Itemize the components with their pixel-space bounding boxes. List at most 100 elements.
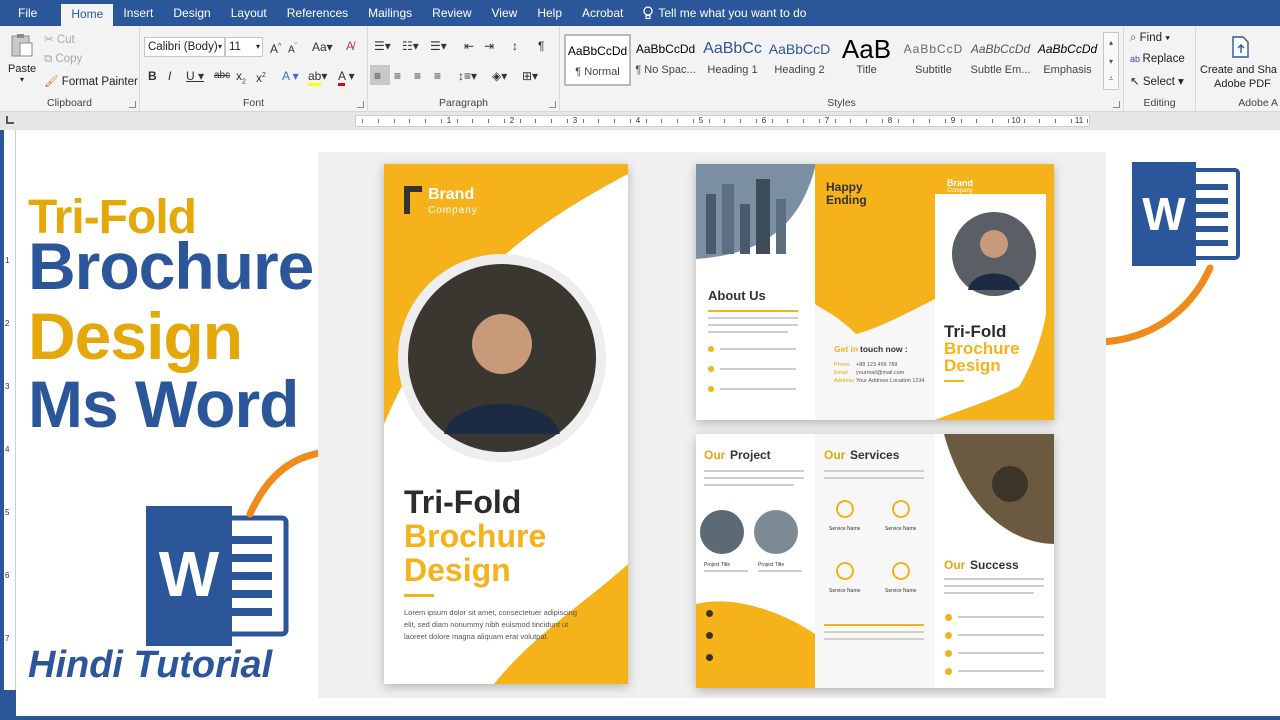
bold-icon[interactable]: B — [148, 68, 157, 84]
tab-insert[interactable]: Insert — [113, 0, 163, 26]
tab-mailings[interactable]: Mailings — [358, 0, 422, 26]
style-heading-1[interactable]: AaBbCc Heading 1 — [699, 34, 766, 86]
ruler-tick — [787, 119, 789, 123]
change-case-icon[interactable]: Aa▾ — [312, 39, 333, 55]
font-size-select[interactable]: 11 ▾ — [225, 37, 263, 57]
tab-view[interactable]: View — [482, 0, 528, 26]
shading-icon[interactable]: ◈▾ — [492, 68, 507, 84]
tab-selector-icon[interactable] — [6, 116, 14, 124]
show-formatting-icon[interactable]: ¶ — [538, 38, 544, 54]
tab-design[interactable]: Design — [163, 0, 220, 26]
format-painter-button[interactable]: 🖌 Format Painter — [44, 74, 138, 88]
bullet-icon — [708, 386, 714, 392]
tab-layout[interactable]: Layout — [221, 0, 277, 26]
font-family-select[interactable]: Calibri (Body) ▾ — [144, 37, 225, 57]
tab-references[interactable]: References — [277, 0, 358, 26]
bullets-icon[interactable]: ☰▾ — [374, 38, 391, 54]
about-text-line — [720, 348, 796, 350]
paste-button[interactable]: Paste ▾ — [8, 32, 36, 84]
tab-home[interactable]: Home — [61, 4, 114, 26]
line-spacing-icon[interactable]: ↕≡▾ — [458, 68, 477, 84]
clipboard-launcher[interactable] — [129, 101, 136, 108]
cut-button[interactable]: ✂ Cut — [44, 32, 75, 46]
copy-button[interactable]: ⧉ Copy — [44, 53, 82, 66]
tab-help[interactable]: Help — [527, 0, 572, 26]
styles-launcher[interactable] — [1113, 101, 1120, 108]
subscript-icon[interactable]: x2 — [236, 68, 246, 90]
style-sample: AaBbCcDd — [1037, 42, 1098, 56]
editing-label: Editing — [1143, 97, 1176, 109]
justify-icon[interactable]: ≡ — [434, 68, 441, 84]
font-launcher[interactable] — [357, 101, 364, 108]
adobe-group: Create and Sha Adobe PDF Adobe A — [1196, 26, 1280, 112]
select-button[interactable]: ↖ Select ▾ — [1130, 74, 1184, 88]
style-subtitle[interactable]: AaBbCcD Subtitle — [900, 34, 967, 86]
style-subtle-emphasis[interactable]: AaBbCcDd Subtle Em... — [967, 34, 1034, 86]
styles-more-icon[interactable]: ⩡ — [1104, 71, 1118, 87]
style-title[interactable]: AaB Title — [833, 34, 900, 86]
cover-company: Company — [428, 205, 478, 216]
service-icon — [892, 500, 910, 518]
tell-me-search[interactable]: Tell me what you want to do — [633, 0, 816, 26]
multilevel-list-icon[interactable]: ☰▾ — [430, 38, 447, 54]
styles-scroll-up-icon[interactable]: ▴ — [1104, 33, 1118, 52]
pdf-icon[interactable] — [1230, 36, 1250, 63]
service-icon — [892, 562, 910, 580]
clear-formatting-icon[interactable]: A̸ — [346, 38, 354, 54]
underline-icon[interactable]: U ▾ — [186, 68, 204, 84]
ruler-number: 10 — [1011, 116, 1021, 125]
align-right-icon[interactable]: ≡ — [414, 68, 421, 84]
ruler-tick — [1070, 119, 1072, 123]
ruler-tick — [740, 119, 741, 123]
paste-dropdown-icon[interactable]: ▾ — [8, 75, 36, 84]
increase-indent-icon[interactable]: ⇥ — [484, 38, 494, 54]
clipboard-group: Paste ▾ ✂ Cut ⧉ Copy 🖌 Format Painter Cl… — [0, 26, 140, 112]
paragraph-launcher[interactable] — [549, 101, 556, 108]
cover-para-3: laoreet dolore magna aliquam erat volutp… — [404, 632, 549, 641]
ruler-tick — [708, 119, 710, 123]
about-text-line — [720, 368, 796, 370]
about-us-title: About Us — [708, 288, 766, 303]
tab-file[interactable]: File — [0, 0, 47, 26]
style-no-spacing[interactable]: AaBbCcDd ¶ No Spac... — [632, 34, 699, 86]
ruler-number: 5 — [698, 116, 704, 125]
bullet-icon — [708, 366, 714, 372]
shrink-font-icon[interactable]: Aˇ — [288, 39, 297, 58]
style-emphasis[interactable]: AaBbCcDd Emphasis — [1034, 34, 1101, 86]
styles-scroll-down-icon[interactable]: ▾ — [1104, 52, 1118, 71]
cut-label: Cut — [56, 34, 75, 46]
grow-font-icon[interactable]: A^ — [270, 39, 281, 57]
horizontal-ruler[interactable]: 1 2 3 4 5 6 7 8 9 10 11 — [355, 115, 1090, 127]
style-name: ¶ Normal — [575, 66, 620, 78]
vertical-ruler[interactable]: 1 2 3 4 5 6 7 — [4, 130, 16, 690]
ruler-tick — [425, 119, 426, 123]
style-normal[interactable]: AaBbCcDd ¶ Normal — [564, 34, 631, 86]
numbering-icon[interactable]: ☷▾ — [402, 38, 419, 54]
styles-scroll[interactable]: ▴ ▾ ⩡ — [1103, 32, 1119, 90]
happy-ending-1: Happy — [826, 180, 863, 194]
ruler-tick — [944, 119, 946, 123]
services-text-line — [824, 631, 924, 633]
borders-icon[interactable]: ⊞▾ — [522, 68, 538, 84]
replace-icon: ab — [1130, 54, 1143, 64]
font-color-icon[interactable]: A ▾ — [338, 68, 355, 86]
touch-now-label: touch now : — [860, 344, 908, 354]
superscript-icon[interactable]: x2 — [256, 68, 266, 86]
ruler-tick — [456, 119, 458, 123]
style-heading-2[interactable]: AaBbCcD Heading 2 — [766, 34, 833, 86]
sort-icon[interactable]: ↕ — [512, 38, 518, 54]
highlight-icon[interactable]: ab▾ — [308, 68, 327, 86]
text-effects-icon[interactable]: A ▾ — [282, 68, 299, 84]
align-center-icon[interactable]: ≡ — [394, 68, 401, 84]
tab-review[interactable]: Review — [422, 0, 481, 26]
decrease-indent-icon[interactable]: ⇤ — [464, 38, 474, 54]
style-name: Heading 2 — [774, 64, 825, 76]
create-pdf-line2[interactable]: Adobe PDF — [1214, 78, 1271, 90]
strikethrough-icon[interactable]: abc — [214, 68, 230, 84]
replace-button[interactable]: ab Replace — [1130, 53, 1185, 65]
tab-acrobat[interactable]: Acrobat — [572, 0, 633, 26]
word-window: File Home Insert Design Layout Reference… — [0, 0, 1280, 720]
find-button[interactable]: ⌕ Find ▾ — [1130, 32, 1170, 45]
create-pdf-line1[interactable]: Create and Sha — [1200, 64, 1277, 76]
italic-icon[interactable]: I — [168, 68, 171, 84]
